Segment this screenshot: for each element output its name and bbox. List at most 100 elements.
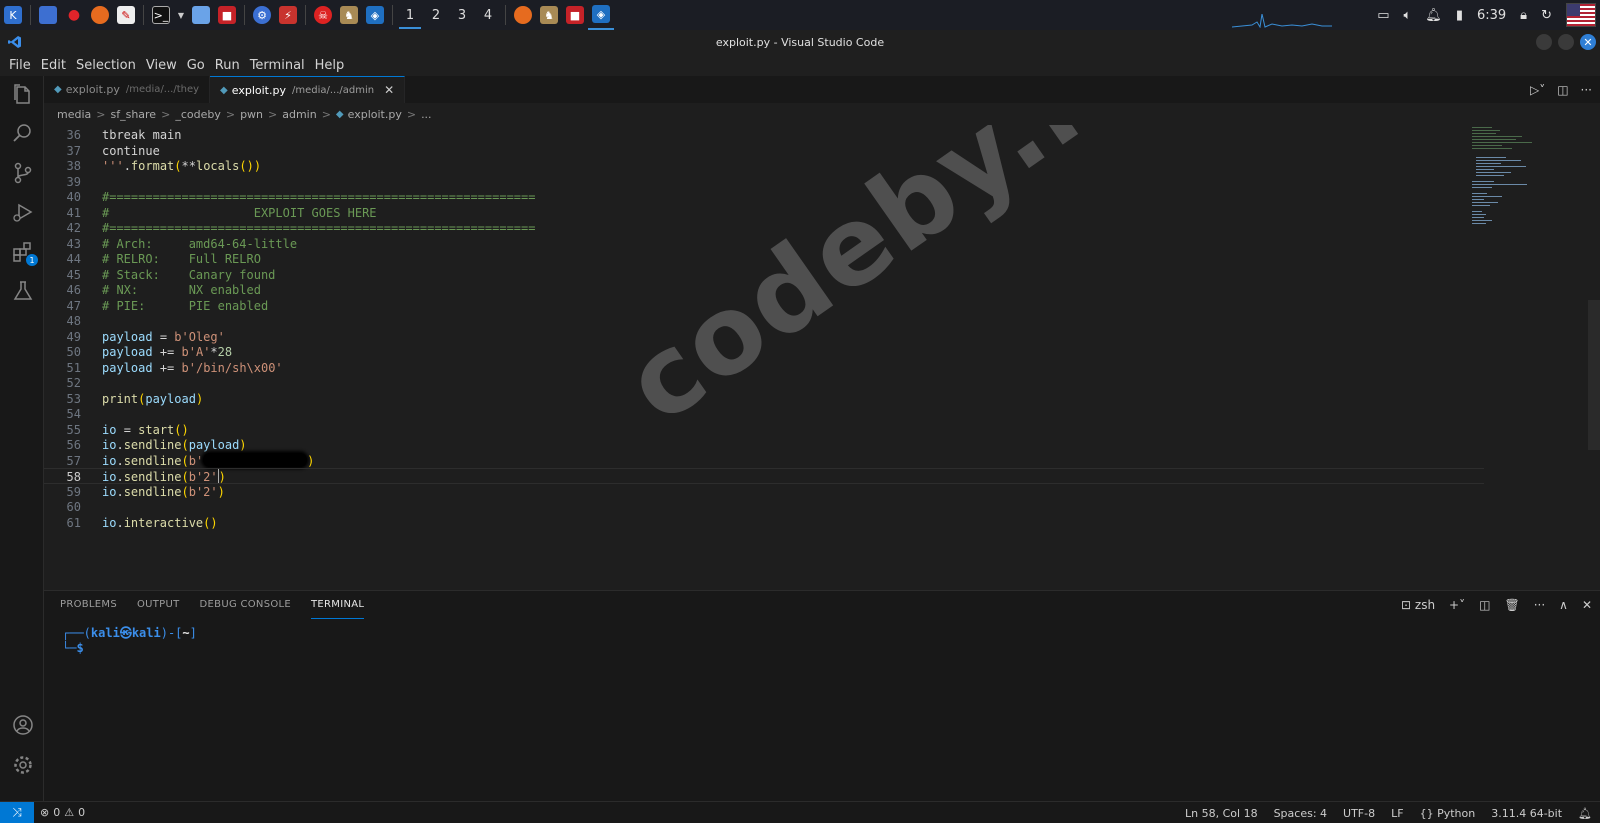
indentation[interactable]: Spaces: 4 bbox=[1274, 807, 1327, 820]
battery-icon[interactable]: ▮ bbox=[1456, 8, 1463, 23]
tab-exploit-admin[interactable]: ◆ exploit.py /media/.../admin ✕ bbox=[210, 76, 406, 103]
minimap[interactable] bbox=[1470, 125, 1540, 245]
close-panel-icon[interactable]: ✕ bbox=[1582, 598, 1592, 612]
kali-menu-icon[interactable]: K bbox=[0, 0, 26, 30]
code-editor[interactable]: 36 tbreak main 37 continue 38 '''.format(**lo… bbox=[44, 125, 1600, 590]
maximize-button[interactable] bbox=[1558, 34, 1574, 50]
breadcrumb-item[interactable]: admin bbox=[282, 108, 316, 121]
menu-file[interactable]: File bbox=[4, 58, 36, 73]
screenshot-app-icon[interactable]: ■ bbox=[214, 0, 240, 30]
code-line[interactable]: 53 print(payload) bbox=[44, 391, 1484, 407]
run-python-file-icon[interactable]: ▷˅ bbox=[1530, 83, 1545, 97]
dragon-window-icon[interactable]: ♞ bbox=[536, 0, 562, 30]
maximize-panel-icon[interactable]: ∧ bbox=[1559, 598, 1568, 612]
notifications-icon[interactable]: 🔔︎ bbox=[1425, 8, 1442, 23]
volume-icon[interactable]: 🔈︎ bbox=[1403, 8, 1411, 23]
kali-tool-icon[interactable]: ⚙ bbox=[249, 0, 275, 30]
breadcrumb-item[interactable]: exploit.py bbox=[348, 108, 402, 121]
terminal-icon[interactable]: >_ bbox=[148, 0, 174, 30]
accounts-icon[interactable] bbox=[12, 714, 34, 736]
text-editor-icon[interactable]: ✎ bbox=[113, 0, 139, 30]
workspace-2[interactable]: 2 bbox=[423, 0, 449, 30]
extensions-icon[interactable]: 1 bbox=[12, 241, 38, 266]
tab-debug-console[interactable]: DEBUG CONSOLE bbox=[200, 591, 291, 619]
screenshot-window-icon[interactable]: ■ bbox=[562, 0, 588, 30]
code-line[interactable]: 37 continue bbox=[44, 143, 1484, 159]
settings-gear-icon[interactable] bbox=[12, 754, 34, 776]
firefox-window-icon[interactable] bbox=[510, 0, 536, 30]
menu-help[interactable]: Help bbox=[310, 58, 350, 73]
source-control-icon[interactable] bbox=[12, 162, 34, 184]
remote-indicator-icon[interactable]: ⤨ bbox=[0, 801, 34, 823]
kill-terminal-icon[interactable]: 🗑︎ bbox=[1504, 598, 1519, 612]
close-tab-icon[interactable]: ✕ bbox=[384, 83, 394, 97]
split-editor-icon[interactable]: ◫ bbox=[1557, 83, 1568, 97]
code-line[interactable]: 57 io.sendline(b') bbox=[44, 452, 1484, 469]
keyboard-layout-flag-icon[interactable] bbox=[1566, 3, 1596, 27]
burp-icon[interactable]: ⚡ bbox=[275, 0, 301, 30]
tab-exploit-they[interactable]: ◆ exploit.py /media/.../they bbox=[44, 76, 211, 103]
terminal-dropdown-icon[interactable]: ▼ bbox=[174, 0, 188, 30]
display-icon[interactable]: ▭ bbox=[1377, 8, 1389, 23]
code-line[interactable]: 58 io.sendline(b'2') bbox=[44, 468, 1484, 484]
breadcrumb-item[interactable]: media bbox=[57, 108, 91, 121]
breadcrumb-item[interactable]: sf_share bbox=[110, 108, 156, 121]
code-line[interactable]: 55 io = start() bbox=[44, 422, 1484, 438]
refresh-icon[interactable]: ↻ bbox=[1541, 8, 1552, 23]
menu-view[interactable]: View bbox=[141, 58, 182, 73]
language-mode[interactable]: {} Python bbox=[1420, 807, 1476, 820]
menu-selection[interactable]: Selection bbox=[71, 58, 141, 73]
workspace-4[interactable]: 4 bbox=[475, 0, 501, 30]
code-line[interactable]: 36 tbreak main bbox=[44, 127, 1484, 143]
code-line[interactable]: 60 bbox=[44, 499, 1484, 515]
breadcrumb-item[interactable]: _codeby bbox=[175, 108, 221, 121]
problems-indicator[interactable]: ⊗ 0 ⚠ 0 bbox=[40, 806, 85, 819]
split-terminal-icon[interactable]: ◫ bbox=[1479, 598, 1490, 612]
more-actions-icon[interactable]: ··· bbox=[1534, 598, 1545, 612]
code-line[interactable]: 59 io.sendline(b'2') bbox=[44, 484, 1484, 500]
dragon-tool-icon[interactable]: ♞ bbox=[336, 0, 362, 30]
breadcrumb-item[interactable]: ... bbox=[421, 108, 432, 121]
code-line[interactable]: 39 bbox=[44, 174, 1484, 190]
more-actions-icon[interactable]: ··· bbox=[1581, 83, 1592, 97]
tab-terminal[interactable]: TERMINAL bbox=[311, 591, 365, 619]
code-line[interactable]: 54 bbox=[44, 406, 1484, 422]
search-icon[interactable] bbox=[12, 122, 34, 144]
explorer-icon[interactable] bbox=[12, 84, 34, 106]
editor-scrollbar[interactable] bbox=[1588, 300, 1600, 450]
testing-flask-icon[interactable] bbox=[12, 280, 34, 302]
desktop-icon[interactable] bbox=[35, 0, 61, 30]
tab-problems[interactable]: PROBLEMS bbox=[60, 591, 117, 619]
code-line[interactable]: 40 #=====================================… bbox=[44, 189, 1484, 205]
minimize-button[interactable] bbox=[1536, 34, 1552, 50]
workspace-3[interactable]: 3 bbox=[449, 0, 475, 30]
menu-run[interactable]: Run bbox=[210, 58, 245, 73]
new-terminal-icon[interactable]: +˅ bbox=[1449, 598, 1465, 612]
cursor-position[interactable]: Ln 58, Col 18 bbox=[1185, 807, 1258, 820]
python-interpreter[interactable]: 3.11.4 64-bit bbox=[1491, 807, 1562, 820]
terminal-shell-selector[interactable]: ⊡ zsh bbox=[1401, 598, 1435, 612]
vscode-window-icon[interactable]: ◈ bbox=[588, 0, 614, 30]
menu-terminal[interactable]: Terminal bbox=[245, 58, 310, 73]
clock[interactable]: 6:39 bbox=[1477, 8, 1506, 23]
breadcrumb-item[interactable]: pwn bbox=[240, 108, 263, 121]
menu-edit[interactable]: Edit bbox=[36, 58, 71, 73]
ghidra-icon[interactable]: ☠ bbox=[310, 0, 336, 30]
terminal-output[interactable]: ┌──(kali㉿kali)-[~] └─$ bbox=[62, 626, 197, 656]
code-line[interactable]: 61 io.interactive() bbox=[44, 515, 1484, 531]
notifications-bell-icon[interactable]: 🔔︎ bbox=[1578, 807, 1592, 820]
run-debug-icon[interactable] bbox=[12, 201, 34, 223]
code-line[interactable]: 56 io.sendline(payload) bbox=[44, 437, 1484, 453]
vscode-taskbar-icon[interactable]: ◈ bbox=[362, 0, 388, 30]
line-endings[interactable]: LF bbox=[1391, 807, 1403, 820]
code-line[interactable]: 38 '''.format(**locals()) bbox=[44, 158, 1484, 174]
code-line[interactable]: 41 # EXPLOIT GOES HERE bbox=[44, 205, 1484, 221]
firefox-icon[interactable] bbox=[87, 0, 113, 30]
encoding[interactable]: UTF-8 bbox=[1343, 807, 1375, 820]
tab-output[interactable]: OUTPUT bbox=[137, 591, 180, 619]
cherrytree-icon[interactable]: ● bbox=[61, 0, 87, 30]
menu-go[interactable]: Go bbox=[182, 58, 210, 73]
file-manager-icon[interactable] bbox=[188, 0, 214, 30]
workspace-1[interactable]: 1 bbox=[397, 0, 423, 30]
lock-icon[interactable]: 🔒︎ bbox=[1520, 8, 1527, 23]
